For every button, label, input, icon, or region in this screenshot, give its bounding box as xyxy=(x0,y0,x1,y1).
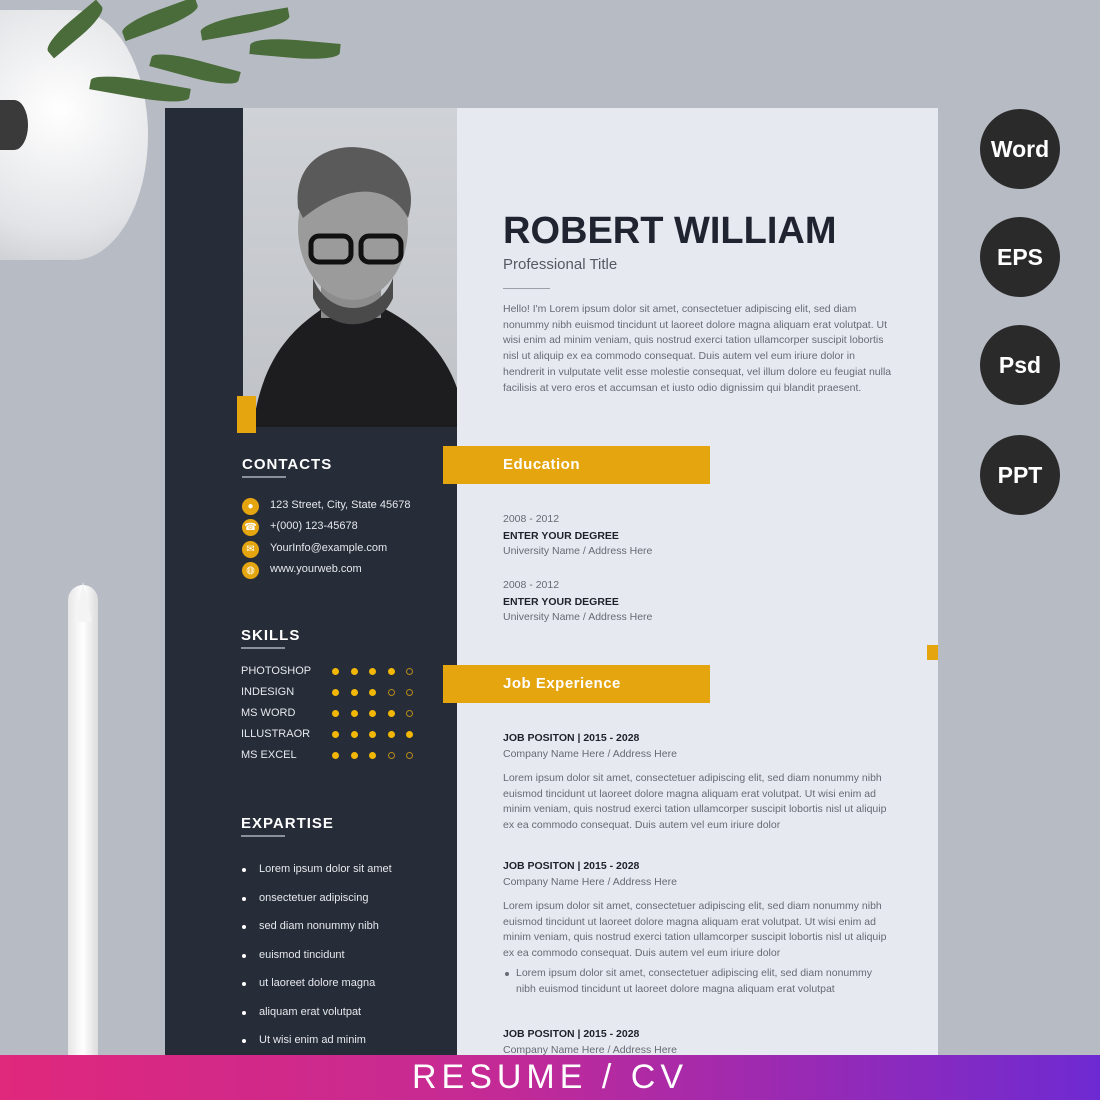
skill-dot-filled xyxy=(369,668,376,675)
skill-name: INDESIGN xyxy=(241,686,295,698)
divider xyxy=(241,835,285,837)
job-experience-heading: Job Experience xyxy=(443,665,710,703)
skill-dot-filled xyxy=(350,668,358,675)
education-degree: ENTER YOUR DEGREE xyxy=(503,596,619,608)
bullet-icon xyxy=(242,1039,246,1043)
education-degree: ENTER YOUR DEGREE xyxy=(503,530,619,542)
skill-dot-filled xyxy=(332,710,339,717)
bullet-icon xyxy=(242,1010,246,1015)
skill-dot-filled xyxy=(369,689,376,696)
contact-text: YourInfo@example.com xyxy=(270,541,388,554)
job-title: JOB POSITON | 2015 - 2028 xyxy=(503,1028,640,1040)
globe-icon: ◍ xyxy=(242,561,259,579)
skill-dot-empty xyxy=(406,752,413,759)
skill-dot-filled xyxy=(369,710,376,717)
skill-name: PHOTOSHOP xyxy=(241,665,312,677)
job-company: Company Name Here / Address Here xyxy=(503,876,677,888)
skill-dot-filled xyxy=(350,752,358,759)
job-title: JOB POSITON | 2015 - 2028 xyxy=(503,732,640,744)
location-pin-icon: ● xyxy=(242,498,259,515)
job-bullet: Lorem ipsum dolor sit amet, consectetuer… xyxy=(516,967,872,995)
expertise-item: sed diam nonummy nibh xyxy=(259,920,379,932)
bullet-icon xyxy=(242,925,246,929)
bullet-icon xyxy=(505,972,509,976)
format-badge-word: Word xyxy=(980,109,1060,189)
skill-dot-filled xyxy=(332,689,339,696)
skill-dot-filled xyxy=(350,731,358,738)
job-description: Lorem ipsum dolor sit amet, consectetuer… xyxy=(503,772,887,832)
skill-dot-filled xyxy=(387,668,395,675)
pencil-decoration xyxy=(68,585,98,1055)
divider xyxy=(241,647,285,649)
skill-dot-filled xyxy=(369,752,376,759)
contact-text: www.yourweb.com xyxy=(270,562,362,575)
format-badge-eps: EPS xyxy=(980,217,1060,297)
expertise-item: euismod tincidunt xyxy=(259,948,345,961)
professional-title: Professional Title xyxy=(503,256,618,273)
contacts-heading: CONTACTS xyxy=(242,456,333,473)
education-heading: Education xyxy=(443,446,710,484)
skill-dot-filled xyxy=(387,710,395,717)
about-text: Hello! I'm Lorem ipsum dolor sit amet, c… xyxy=(503,303,892,394)
job-title: JOB POSITON | 2015 - 2028 xyxy=(503,860,640,872)
skill-dot-filled xyxy=(369,731,376,738)
skill-dot-filled xyxy=(332,752,339,759)
bullet-icon xyxy=(242,868,246,872)
skill-dot-filled xyxy=(350,689,358,696)
skill-name: ILLUSTRAOR xyxy=(241,728,311,740)
contact-text: +(000) 123-45678 xyxy=(270,520,358,533)
skill-dot-filled xyxy=(406,731,413,738)
skill-dot-empty xyxy=(387,752,395,759)
profile-photo xyxy=(243,108,457,427)
expertise-item: Lorem ipsum dolor sit amet xyxy=(259,863,392,875)
contact-text: 123 Street, City, State 45678 xyxy=(270,499,411,511)
job-company: Company Name Here / Address Here xyxy=(503,748,677,760)
bullet-icon xyxy=(242,896,246,901)
divider xyxy=(503,288,550,289)
skill-dot-filled xyxy=(332,668,339,675)
skills-heading: SKILLS xyxy=(241,627,301,644)
resume-cv-banner: RESUME / CV xyxy=(0,1055,1100,1100)
plant-decoration xyxy=(0,0,360,120)
skill-dot-empty xyxy=(406,710,413,717)
expertise-item: onsectetuer adipiscing xyxy=(259,891,369,904)
skill-dot-empty xyxy=(387,689,395,696)
skill-dot-filled xyxy=(350,710,358,717)
expertise-item: aliquam erat volutpat xyxy=(259,1005,362,1018)
expertise-item: ut laoreet dolore magna xyxy=(259,977,376,989)
resume-name: ROBERT WILLIAM xyxy=(503,210,837,252)
education-years: 2008 - 2012 xyxy=(503,579,560,591)
skill-dot-empty xyxy=(406,689,413,696)
format-badge-psd: Psd xyxy=(980,325,1060,405)
bullet-icon xyxy=(242,982,246,986)
job-description: Lorem ipsum dolor sit amet, consectetuer… xyxy=(503,900,887,960)
skill-dot-empty xyxy=(406,668,413,675)
accent-block xyxy=(927,645,938,660)
education-years: 2008 - 2012 xyxy=(503,513,560,525)
divider xyxy=(242,476,286,478)
mail-icon: ✉ xyxy=(242,540,259,558)
bullet-icon xyxy=(242,953,246,958)
expertise-heading: EXPARTISE xyxy=(241,815,334,832)
skill-dot-filled xyxy=(387,731,395,738)
education-place: University Name / Address Here xyxy=(503,611,653,623)
education-place: University Name / Address Here xyxy=(503,545,653,557)
format-badge-ppt: PPT xyxy=(980,435,1060,515)
skill-dot-filled xyxy=(332,731,339,738)
accent-block xyxy=(237,396,256,433)
expertise-item: Ut wisi enim ad minim xyxy=(259,1034,366,1046)
skill-name: MS WORD xyxy=(241,707,296,719)
skill-name: MS EXCEL xyxy=(241,749,297,761)
